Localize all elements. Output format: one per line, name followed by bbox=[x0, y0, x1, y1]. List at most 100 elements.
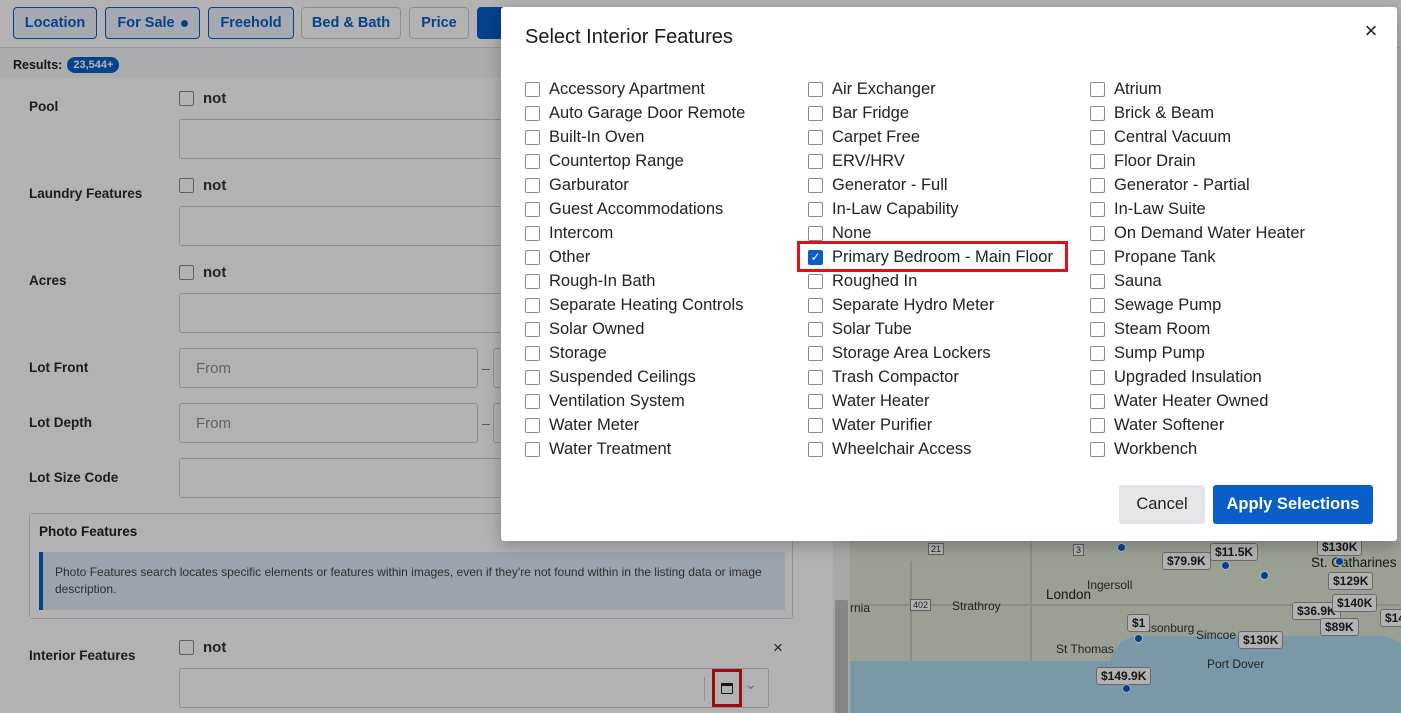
checkbox-icon[interactable] bbox=[525, 321, 540, 337]
checkbox-icon[interactable] bbox=[808, 369, 823, 385]
checkbox-icon[interactable] bbox=[525, 81, 540, 97]
feature-option-garburator[interactable]: Garburator bbox=[525, 173, 745, 197]
feature-option-storage-area-lockers[interactable]: Storage Area Lockers bbox=[808, 341, 1053, 365]
feature-option-sewage-pump[interactable]: Sewage Pump bbox=[1090, 293, 1305, 317]
feature-option-air-exchanger[interactable]: Air Exchanger bbox=[808, 77, 1053, 101]
feature-option-wheelchair-access[interactable]: Wheelchair Access bbox=[808, 437, 1053, 461]
feature-option-floor-drain[interactable]: Floor Drain bbox=[1090, 149, 1305, 173]
feature-option-sump-pump[interactable]: Sump Pump bbox=[1090, 341, 1305, 365]
feature-option-roughed-in[interactable]: Roughed In bbox=[808, 269, 1053, 293]
checkbox-icon[interactable] bbox=[1090, 417, 1105, 433]
checkbox-icon[interactable] bbox=[525, 393, 540, 409]
checkbox-icon[interactable] bbox=[525, 273, 540, 289]
checkbox-icon[interactable] bbox=[1090, 177, 1105, 193]
feature-option-auto-garage-door-remote[interactable]: Auto Garage Door Remote bbox=[525, 101, 745, 125]
checkbox-icon[interactable] bbox=[525, 177, 540, 193]
checkbox-icon[interactable] bbox=[808, 177, 823, 193]
feature-option-trash-compactor[interactable]: Trash Compactor bbox=[808, 365, 1053, 389]
feature-option-in-law-capability[interactable]: In-Law Capability bbox=[808, 197, 1053, 221]
checkbox-icon[interactable] bbox=[1090, 201, 1105, 217]
checkbox-icon[interactable] bbox=[808, 297, 823, 313]
checkbox-icon[interactable] bbox=[808, 273, 823, 289]
feature-option-countertop-range[interactable]: Countertop Range bbox=[525, 149, 745, 173]
checkbox-checked-icon[interactable]: ✓ bbox=[808, 249, 823, 265]
apply-selections-button[interactable]: Apply Selections bbox=[1213, 485, 1373, 524]
checkbox-icon[interactable] bbox=[525, 441, 540, 457]
cancel-button[interactable]: Cancel bbox=[1119, 485, 1205, 524]
checkbox-icon[interactable] bbox=[525, 105, 540, 121]
feature-option-separate-heating-controls[interactable]: Separate Heating Controls bbox=[525, 293, 745, 317]
feature-option-guest-accommodations[interactable]: Guest Accommodations bbox=[525, 197, 745, 221]
feature-option-carpet-free[interactable]: Carpet Free bbox=[808, 125, 1053, 149]
checkbox-icon[interactable] bbox=[525, 153, 540, 169]
feature-option-bar-fridge[interactable]: Bar Fridge bbox=[808, 101, 1053, 125]
checkbox-icon[interactable] bbox=[1090, 225, 1105, 241]
checkbox-icon[interactable] bbox=[525, 345, 540, 361]
checkbox-icon[interactable] bbox=[808, 153, 823, 169]
feature-option-water-purifier[interactable]: Water Purifier bbox=[808, 413, 1053, 437]
checkbox-icon[interactable] bbox=[525, 297, 540, 313]
feature-option-other[interactable]: Other bbox=[525, 245, 745, 269]
feature-option-separate-hydro-meter[interactable]: Separate Hydro Meter bbox=[808, 293, 1053, 317]
feature-option-none[interactable]: None bbox=[808, 221, 1053, 245]
checkbox-icon[interactable] bbox=[1090, 345, 1105, 361]
checkbox-icon[interactable] bbox=[1090, 81, 1105, 97]
feature-option-atrium[interactable]: Atrium bbox=[1090, 77, 1305, 101]
feature-option-generator-full[interactable]: Generator - Full bbox=[808, 173, 1053, 197]
feature-option-suspended-ceilings[interactable]: Suspended Ceilings bbox=[525, 365, 745, 389]
feature-option-label: Guest Accommodations bbox=[549, 199, 724, 218]
checkbox-icon[interactable] bbox=[1090, 249, 1105, 265]
checkbox-icon[interactable] bbox=[525, 225, 540, 241]
checkbox-icon[interactable] bbox=[1090, 393, 1105, 409]
checkbox-icon[interactable] bbox=[1090, 153, 1105, 169]
feature-option-water-meter[interactable]: Water Meter bbox=[525, 413, 745, 437]
checkbox-icon[interactable] bbox=[808, 441, 823, 457]
feature-option-water-heater-owned[interactable]: Water Heater Owned bbox=[1090, 389, 1305, 413]
checkbox-icon[interactable] bbox=[808, 81, 823, 97]
feature-option-storage[interactable]: Storage bbox=[525, 341, 745, 365]
feature-option-central-vacuum[interactable]: Central Vacuum bbox=[1090, 125, 1305, 149]
close-icon[interactable]: × bbox=[1359, 18, 1383, 43]
feature-option-water-treatment[interactable]: Water Treatment bbox=[525, 437, 745, 461]
feature-option-propane-tank[interactable]: Propane Tank bbox=[1090, 245, 1305, 269]
checkbox-icon[interactable] bbox=[525, 129, 540, 145]
checkbox-icon[interactable] bbox=[525, 369, 540, 385]
checkbox-icon[interactable] bbox=[808, 321, 823, 337]
feature-option-erv-hrv[interactable]: ERV/HRV bbox=[808, 149, 1053, 173]
feature-option-water-softener[interactable]: Water Softener bbox=[1090, 413, 1305, 437]
checkbox-icon[interactable] bbox=[1090, 297, 1105, 313]
checkbox-icon[interactable] bbox=[525, 249, 540, 265]
feature-option-sauna[interactable]: Sauna bbox=[1090, 269, 1305, 293]
feature-option-primary-bedroom-main-floor[interactable]: ✓ Primary Bedroom - Main Floor bbox=[808, 245, 1053, 269]
feature-option-on-demand-water-heater[interactable]: On Demand Water Heater bbox=[1090, 221, 1305, 245]
feature-option-accessory-apartment[interactable]: Accessory Apartment bbox=[525, 77, 745, 101]
feature-option-solar-owned[interactable]: Solar Owned bbox=[525, 317, 745, 341]
checkbox-icon[interactable] bbox=[808, 201, 823, 217]
checkbox-icon[interactable] bbox=[808, 129, 823, 145]
checkbox-icon[interactable] bbox=[1090, 105, 1105, 121]
checkbox-icon[interactable] bbox=[525, 417, 540, 433]
feature-option-workbench[interactable]: Workbench bbox=[1090, 437, 1305, 461]
checkbox-icon[interactable] bbox=[1090, 321, 1105, 337]
feature-option-brick-beam[interactable]: Brick & Beam bbox=[1090, 101, 1305, 125]
feature-option-water-heater[interactable]: Water Heater bbox=[808, 389, 1053, 413]
feature-option-upgraded-insulation[interactable]: Upgraded Insulation bbox=[1090, 365, 1305, 389]
checkbox-icon[interactable] bbox=[1090, 369, 1105, 385]
feature-option-intercom[interactable]: Intercom bbox=[525, 221, 745, 245]
checkbox-icon[interactable] bbox=[1090, 129, 1105, 145]
checkbox-icon[interactable] bbox=[808, 225, 823, 241]
checkbox-icon[interactable] bbox=[525, 201, 540, 217]
checkbox-icon[interactable] bbox=[808, 345, 823, 361]
feature-option-ventilation-system[interactable]: Ventilation System bbox=[525, 389, 745, 413]
feature-option-in-law-suite[interactable]: In-Law Suite bbox=[1090, 197, 1305, 221]
feature-option-steam-room[interactable]: Steam Room bbox=[1090, 317, 1305, 341]
checkbox-icon[interactable] bbox=[808, 393, 823, 409]
checkbox-icon[interactable] bbox=[808, 417, 823, 433]
checkbox-icon[interactable] bbox=[1090, 273, 1105, 289]
checkbox-icon[interactable] bbox=[1090, 441, 1105, 457]
feature-option-built-in-oven[interactable]: Built-In Oven bbox=[525, 125, 745, 149]
feature-option-solar-tube[interactable]: Solar Tube bbox=[808, 317, 1053, 341]
feature-option-rough-in-bath[interactable]: Rough-In Bath bbox=[525, 269, 745, 293]
feature-option-generator-partial[interactable]: Generator - Partial bbox=[1090, 173, 1305, 197]
checkbox-icon[interactable] bbox=[808, 105, 823, 121]
